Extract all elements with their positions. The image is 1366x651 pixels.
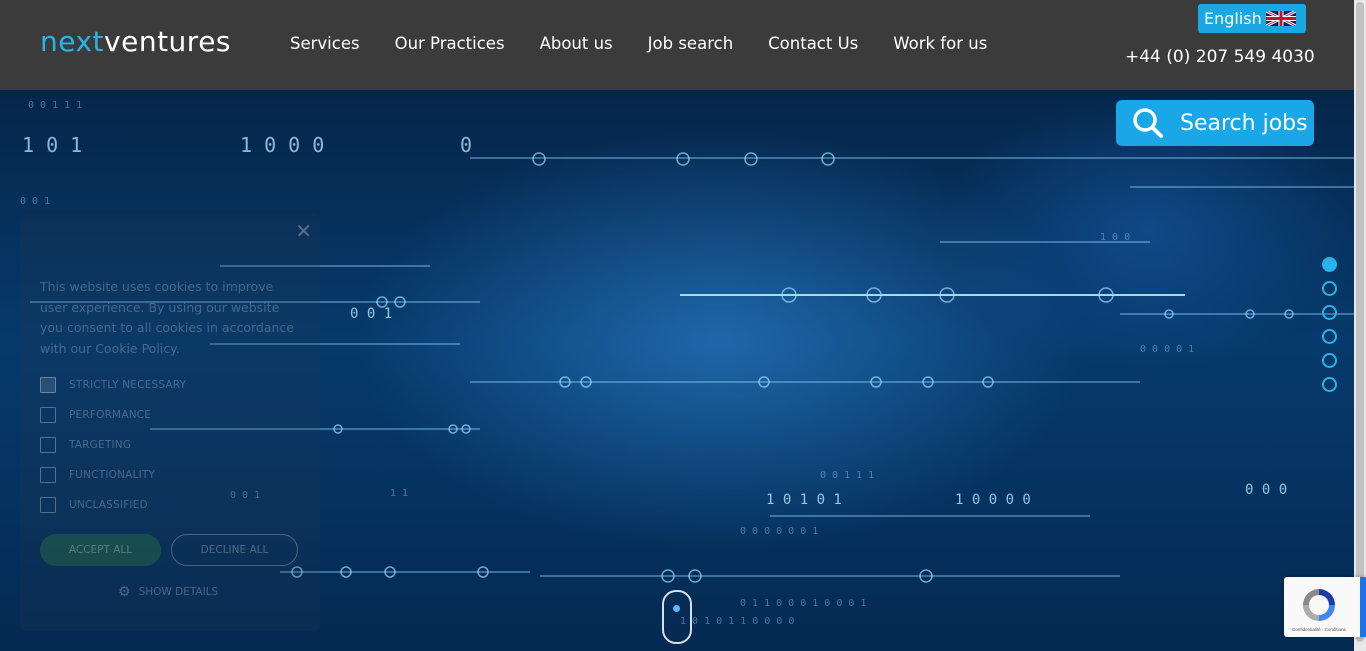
cookie-option-targeting[interactable]: TARGETING [40,437,131,453]
logo-text-ventures: ventures [104,25,232,58]
checkbox-icon[interactable] [40,497,56,513]
nav-about-us[interactable]: About us [540,34,613,54]
slide-dot-1[interactable] [1322,257,1337,272]
recaptcha-badge[interactable]: Confidentialité - Conditions [1284,577,1366,637]
slide-dot-5[interactable] [1322,353,1337,368]
recaptcha-terms[interactable]: Confidentialité - Conditions [1284,627,1354,632]
logo-text-next: next [40,25,105,58]
cookie-option-label: STRICTLY NECESSARY [69,379,187,391]
svg-text:0 0 1 1 1: 0 0 1 1 1 [28,100,82,111]
svg-text:1 0 0: 1 0 0 [1100,232,1130,243]
slide-dot-4[interactable] [1322,329,1337,344]
page-scrollbar[interactable] [1354,0,1366,651]
cookie-option-unclassified[interactable]: UNCLASSIFIED [40,497,148,513]
recaptcha-side-bar [1360,577,1366,637]
close-icon[interactable]: ✕ [295,219,312,244]
nav-work-for-us[interactable]: Work for us [893,34,987,54]
svg-text:1 0 1 0 1: 1 0 1 0 1 [766,492,842,508]
slide-dot-3[interactable] [1322,305,1337,320]
cookie-option-label: UNCLASSIFIED [69,499,148,511]
main-nav: Services Our Practices About us Job sear… [290,34,1022,54]
svg-text:1 1: 1 1 [390,488,408,499]
svg-text:0 0 0 0 1: 0 0 0 0 1 [1140,344,1194,355]
slide-dot-2[interactable] [1322,281,1337,296]
cookie-option-label: PERFORMANCE [69,409,152,421]
cookie-policy-suffix: . [175,340,180,356]
svg-text:0 0 1 1 1: 0 0 1 1 1 [820,470,874,481]
language-selector[interactable]: English [1198,4,1306,33]
mouse-scroll-icon[interactable] [662,590,692,644]
accept-all-button[interactable]: ACCEPT ALL [40,534,161,566]
svg-text:0: 0 [460,133,472,157]
svg-text:0 0 0: 0 0 0 [1245,482,1287,498]
nextventures-logo[interactable]: nextventures [40,22,231,62]
phone-number[interactable]: +44 (0) 207 549 4030 [1125,47,1315,67]
recaptcha-icon [1303,589,1335,621]
svg-text:0 0 0 0 0 0 1: 0 0 0 0 0 0 1 [740,526,818,537]
cookie-policy-link[interactable]: Cookie Policy [95,341,176,356]
nav-services[interactable]: Services [290,34,360,54]
svg-text:0 1 1 0 0 0 1 0 0 0 1: 0 1 1 0 0 0 1 0 0 0 1 [740,598,866,609]
svg-text:1 0 1: 1 0 1 [22,133,82,157]
cookie-option-functionality[interactable]: FUNCTIONALITY [40,467,155,483]
svg-text:0 0 1: 0 0 1 [20,196,50,207]
nav-contact-us[interactable]: Contact Us [768,34,858,54]
svg-text:1 0 1 0 1 1 0 0 0: 1 0 1 0 1 1 0 0 0 0 [680,616,794,627]
slide-pagination [1322,257,1337,401]
show-details-button[interactable]: ⚙ SHOW DETAILS [118,584,218,600]
show-details-label: SHOW DETAILS [138,586,219,598]
language-label: English [1204,9,1262,28]
uk-flag-icon [1266,11,1296,26]
cookie-option-label: FUNCTIONALITY [69,469,156,481]
search-jobs-label: Search jobs [1180,110,1308,136]
gear-icon: ⚙ [118,584,131,600]
checkbox-icon[interactable] [40,437,56,453]
cookie-option-label: TARGETING [69,439,132,451]
checkbox-icon[interactable] [40,407,56,423]
svg-text:1 0 0 0: 1 0 0 0 [240,133,324,157]
magnifier-icon [1133,108,1163,138]
nav-job-search[interactable]: Job search [648,34,734,54]
checkbox-icon[interactable] [40,377,56,393]
decline-all-button[interactable]: DECLINE ALL [171,534,298,566]
svg-text:0 0 1: 0 0 1 [350,306,392,322]
mouse-wheel [673,605,680,612]
site-header: nextventures Services Our Practices Abou… [0,0,1354,90]
slide-dot-6[interactable] [1322,377,1337,392]
cookie-option-strictly-necessary[interactable]: STRICTLY NECESSARY [40,377,186,393]
checkbox-icon[interactable] [40,467,56,483]
svg-text:1 0 0 0 0: 1 0 0 0 0 [955,492,1031,508]
cookie-message: This website uses cookies to improve use… [40,277,300,359]
scrollbar-thumb[interactable] [1356,2,1364,642]
search-jobs-button[interactable]: Search jobs [1116,100,1314,146]
nav-our-practices[interactable]: Our Practices [395,34,505,54]
cookie-option-performance[interactable]: PERFORMANCE [40,407,151,423]
cookie-consent-panel: ✕ This website uses cookies to improve u… [20,213,320,631]
